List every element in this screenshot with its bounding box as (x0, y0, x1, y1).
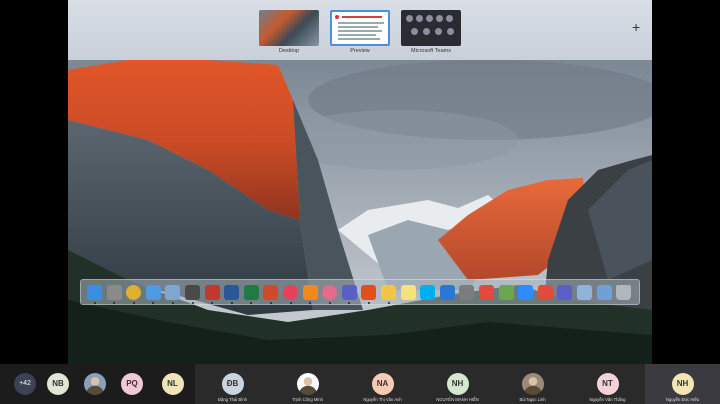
running-indicator (328, 302, 331, 304)
word-icon[interactable] (224, 285, 240, 300)
participant-photo (521, 373, 544, 395)
teams-icon[interactable] (341, 285, 357, 300)
participant-avatar: NA (371, 373, 394, 395)
shared-screen: Desktop Preview Microsoft Teams + (68, 0, 652, 366)
space-microsoft-teams[interactable]: Microsoft Teams (401, 10, 461, 58)
running-indicator (269, 302, 272, 304)
space-label: Microsoft Teams (411, 48, 451, 54)
dock (80, 279, 640, 305)
notes-icon[interactable] (381, 285, 396, 300)
running-indicator (113, 302, 116, 304)
photos-icon[interactable] (322, 285, 338, 300)
participant-tile[interactable]: Trịnh Công Minh (270, 364, 345, 404)
video-icon[interactable] (518, 285, 534, 300)
participant-tile[interactable]: NL (150, 364, 195, 404)
running-indicator (367, 302, 370, 304)
participant-avatar: NH (671, 373, 694, 395)
running-indicator (348, 302, 351, 304)
running-indicator (152, 302, 155, 304)
office-icon[interactable] (361, 285, 377, 300)
calendar-2-icon[interactable] (537, 285, 553, 300)
chrome-icon[interactable] (126, 285, 142, 300)
system-preferences-icon[interactable] (459, 285, 475, 300)
preview-icon[interactable] (596, 285, 612, 300)
desktop-wallpaper (68, 60, 652, 366)
space-preview-thumbnail (330, 10, 390, 46)
skype-icon[interactable] (420, 285, 436, 300)
more-participants-badge[interactable]: +42 (14, 373, 36, 395)
participant-tile[interactable]: PQ (114, 364, 150, 404)
participant-tile[interactable]: NH NGUYỄN MẠNH HIỂN (420, 364, 495, 404)
zalo-icon[interactable] (439, 285, 455, 300)
running-indicator (171, 302, 174, 304)
zotero-icon[interactable] (204, 285, 220, 300)
participants-bar: +42 NB PQ NL ĐB Đặng Thái Bình Trịnh Công Min… (0, 364, 720, 404)
participant-tile[interactable]: NB (40, 364, 76, 404)
running-indicator (387, 302, 390, 304)
teams-2-icon[interactable] (557, 285, 573, 300)
terminal-icon[interactable] (185, 285, 200, 300)
add-space-button[interactable]: + (632, 20, 640, 34)
space-teams-thumbnail (401, 10, 461, 46)
space-label: Desktop (278, 48, 300, 54)
stickies-icon[interactable] (400, 285, 416, 300)
running-indicator (309, 302, 312, 304)
participant-tile[interactable]: NH Nguyễn Đức Hiếu (645, 364, 720, 404)
participant-name: NGUYỄN MẠNH HIỂN (436, 397, 479, 402)
participant-name: Nguyễn Thị Vân Anh (363, 397, 402, 402)
vlc-icon[interactable] (302, 285, 318, 300)
powerpoint-icon[interactable] (263, 285, 279, 300)
participant-avatar: NH (446, 373, 469, 395)
participant-name: Nguyễn Đức Hiếu (665, 397, 700, 402)
calendar-icon[interactable] (479, 285, 494, 300)
participant-avatar: NT (596, 373, 619, 395)
participant-avatar: NB (47, 373, 69, 395)
participant-tile[interactable]: NA Nguyễn Thị Vân Anh (345, 364, 420, 404)
space-label: Preview (350, 48, 370, 54)
participant-tile[interactable]: Bùi Ngọc Linh (495, 364, 570, 404)
running-indicator (132, 302, 135, 304)
participant-tile[interactable]: ĐB Đặng Thái Bình (195, 364, 270, 404)
mission-control-spaces-bar: Desktop Preview Microsoft Teams + (68, 0, 652, 60)
photos-2-icon[interactable] (498, 285, 514, 300)
excel-icon[interactable] (243, 285, 259, 300)
space-preview[interactable]: Preview (330, 10, 390, 58)
participant-avatar: ĐB (221, 373, 244, 395)
finder-icon[interactable] (87, 285, 102, 300)
participant-avatar: NL (161, 373, 184, 395)
running-indicator (250, 302, 253, 304)
running-indicator (211, 302, 214, 304)
launchpad-icon[interactable] (106, 285, 122, 300)
running-indicator (289, 302, 292, 304)
trash-icon[interactable] (616, 285, 632, 300)
participant-name: Đặng Thái Bình (217, 397, 248, 402)
running-indicator (230, 302, 233, 304)
participant-photo (296, 373, 319, 395)
space-desktop[interactable]: Desktop (259, 10, 319, 58)
mirror-icon[interactable] (577, 285, 592, 300)
3d-viewer-icon[interactable] (165, 285, 181, 300)
running-indicator (93, 302, 96, 304)
participant-name: Nguyễn Văn Thắng (589, 397, 626, 402)
participant-avatar: PQ (121, 373, 143, 395)
participant-tile[interactable] (76, 364, 114, 404)
participant-name: Trịnh Công Minh (292, 397, 323, 402)
meeting-stage: Desktop Preview Microsoft Teams + +42 NB… (0, 0, 720, 404)
running-indicator (191, 302, 194, 304)
space-desktop-thumbnail (259, 10, 319, 46)
participant-name: Bùi Ngọc Linh (519, 397, 546, 402)
participant-tile[interactable]: NT Nguyễn Văn Thắng (570, 364, 645, 404)
music-icon[interactable] (283, 285, 298, 300)
mail-icon[interactable] (145, 285, 161, 300)
participant-photo (84, 373, 106, 395)
